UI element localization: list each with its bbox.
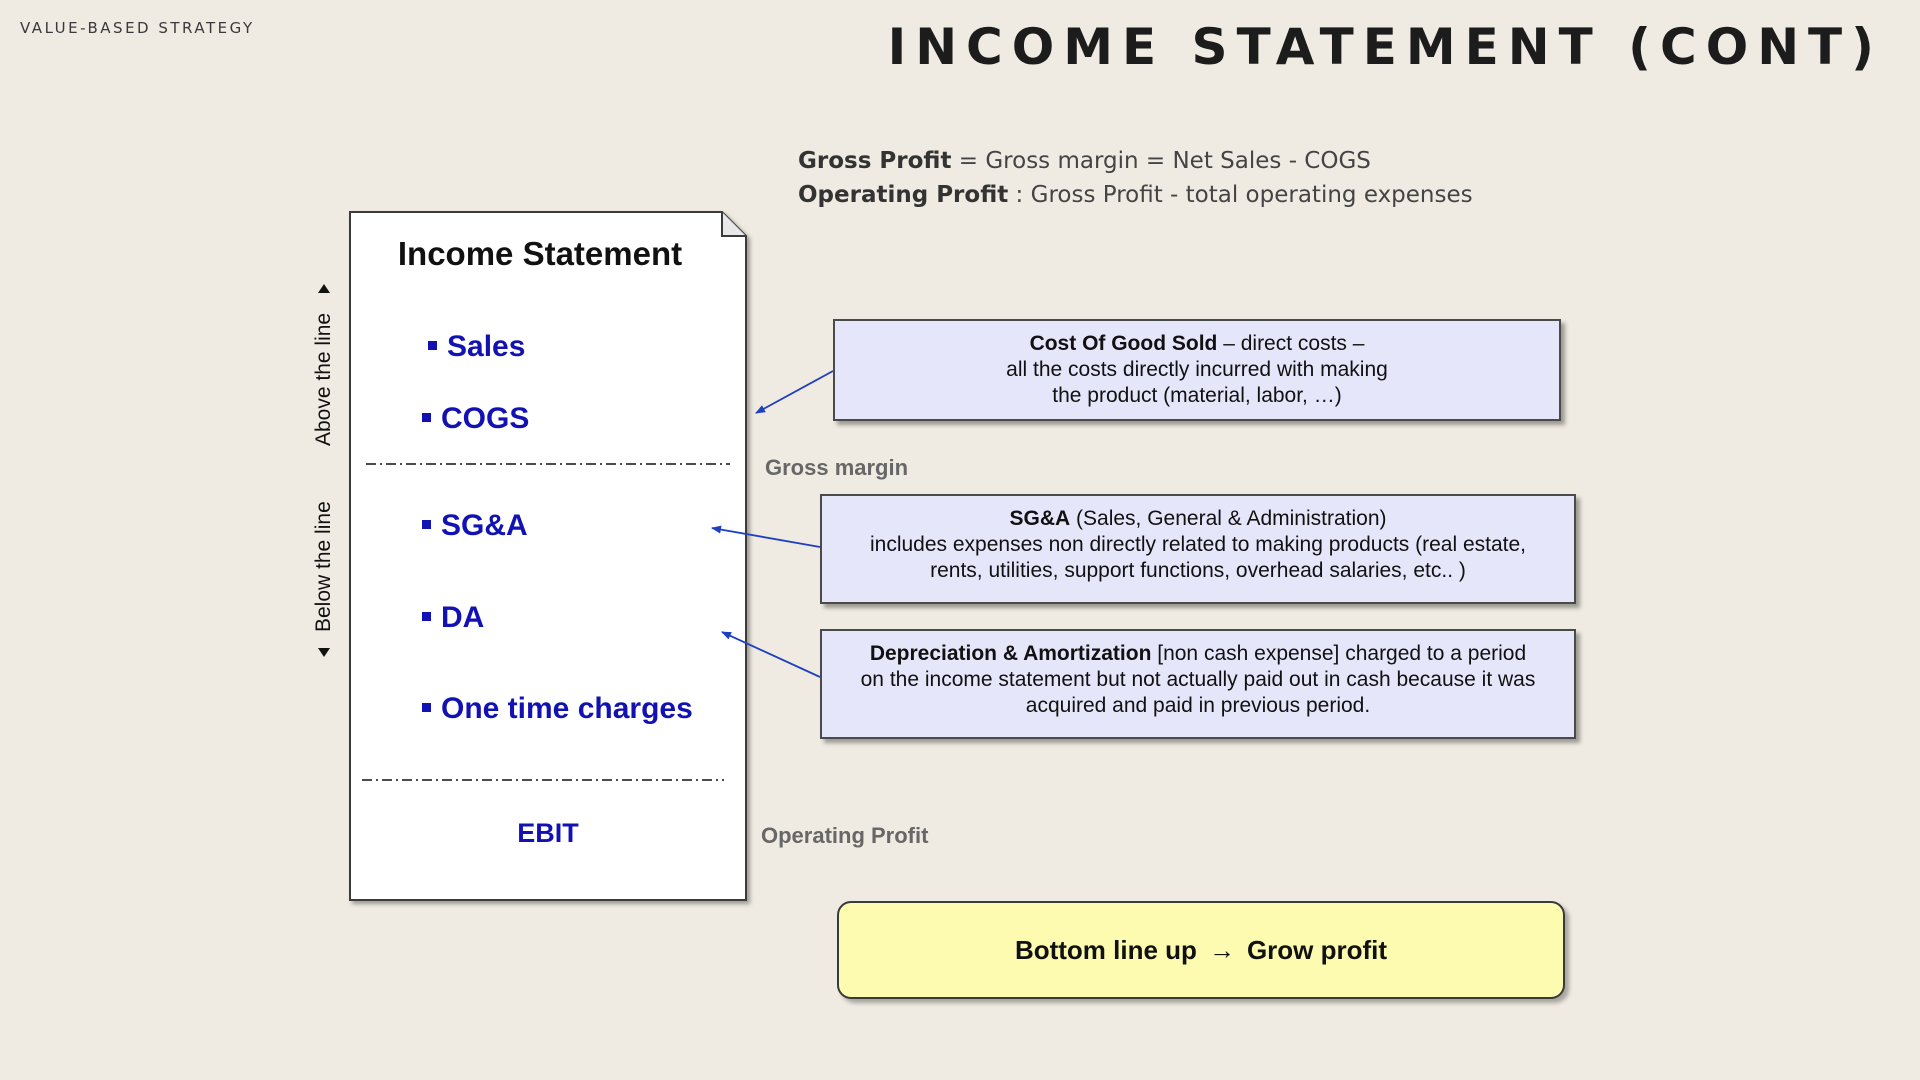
da-arrow (721, 631, 821, 678)
cogs-arrow (755, 370, 834, 414)
up-triangle-icon (318, 284, 330, 293)
down-triangle-icon (318, 648, 330, 657)
connector-overlay (318, 284, 834, 678)
sga-arrow (711, 525, 821, 548)
